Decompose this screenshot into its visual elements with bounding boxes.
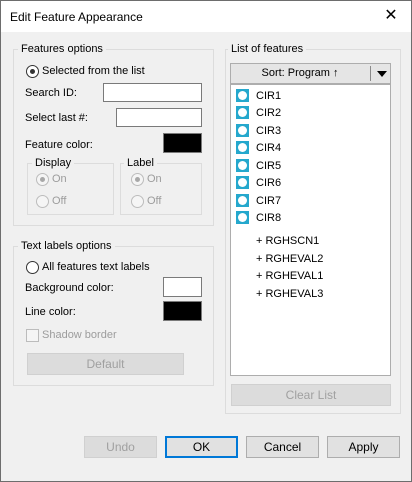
list-item-label: CIR2 — [256, 107, 282, 119]
search-id-input[interactable] — [103, 83, 202, 102]
close-icon[interactable]: ✕ — [377, 4, 405, 28]
circle-feature-icon — [236, 124, 249, 137]
list-item[interactable]: CIR1 — [231, 88, 389, 105]
list-item-label: CIR1 — [256, 90, 282, 102]
shadow-border-label: Shadow border — [42, 329, 117, 341]
select-last-label: Select last #: — [25, 112, 88, 124]
undo-button[interactable]: Undo — [84, 436, 157, 458]
list-item[interactable]: CIR5 — [231, 158, 389, 175]
sort-separator — [370, 66, 371, 81]
circle-feature-icon — [236, 176, 249, 189]
display-off-label: Off — [52, 195, 67, 207]
list-item[interactable]: + RGHEVAL3 — [231, 286, 389, 303]
label-off-label: Off — [147, 195, 162, 207]
sort-label: Sort: Program ↑ — [261, 67, 339, 79]
circle-feature-icon — [236, 211, 249, 224]
list-item[interactable]: CIR2 — [231, 105, 389, 122]
all-features-label: All features text labels — [42, 261, 150, 273]
dialog-title: Edit Feature Appearance — [10, 10, 143, 24]
list-item[interactable]: + RGHEVAL1 — [231, 268, 389, 285]
apply-button[interactable]: Apply — [327, 436, 400, 458]
cancel-button[interactable]: Cancel — [246, 436, 319, 458]
list-of-features-label: List of features — [228, 43, 307, 55]
list-item[interactable]: CIR3 — [231, 123, 389, 140]
circle-feature-icon — [236, 141, 249, 154]
label-on-label: On — [147, 173, 162, 185]
display-on-label: On — [52, 173, 67, 185]
list-item-label: + RGHEVAL3 — [256, 288, 324, 300]
label-off-radio[interactable] — [131, 195, 144, 208]
list-item-label: + RGHEVAL1 — [256, 270, 324, 282]
list-item-label: CIR8 — [256, 212, 282, 224]
line-color-swatch[interactable] — [163, 301, 202, 321]
list-item-label: + RGHSCN1 — [256, 235, 320, 247]
sort-dropdown[interactable]: Sort: Program ↑ — [230, 63, 391, 84]
label-group — [120, 163, 202, 215]
title-bar: Edit Feature Appearance ✕ — [1, 1, 411, 32]
list-item[interactable]: CIR8 — [231, 210, 389, 227]
chevron-down-icon[interactable] — [377, 71, 387, 77]
list-item-label: CIR5 — [256, 160, 282, 172]
clear-list-button[interactable]: Clear List — [231, 384, 391, 406]
features-list[interactable]: CIR1 CIR2 CIR3 CIR4 CIR5 CIR6 CIR7 CIR8 — [230, 84, 391, 376]
feature-color-label: Feature color: — [25, 139, 93, 151]
list-item-label: CIR3 — [256, 125, 282, 137]
circle-feature-icon — [236, 106, 249, 119]
all-features-radio[interactable] — [26, 261, 39, 274]
list-item[interactable]: CIR7 — [231, 193, 389, 210]
select-last-input[interactable] — [116, 108, 202, 127]
selected-from-list-radio[interactable] — [26, 65, 39, 78]
ok-button[interactable]: OK — [165, 436, 238, 458]
label-on-radio[interactable] — [131, 173, 144, 186]
list-item-label: CIR4 — [256, 142, 282, 154]
display-off-radio[interactable] — [36, 195, 49, 208]
display-group-label: Display — [32, 157, 75, 169]
label-group-label: Label — [124, 157, 157, 169]
features-options-label: Features options — [18, 43, 106, 55]
display-on-radio[interactable] — [36, 173, 49, 186]
circle-feature-icon — [236, 194, 249, 207]
list-item-label: CIR6 — [256, 177, 282, 189]
circle-feature-icon — [236, 89, 249, 102]
list-item-label: + RGHEVAL2 — [256, 253, 324, 265]
line-color-label: Line color: — [25, 306, 76, 318]
list-item-label: CIR7 — [256, 195, 282, 207]
text-labels-label: Text labels options — [18, 240, 115, 252]
list-item[interactable]: + RGHEVAL2 — [231, 251, 389, 268]
list-item[interactable]: CIR6 — [231, 175, 389, 192]
feature-color-swatch[interactable] — [163, 133, 202, 153]
background-color-label: Background color: — [25, 282, 114, 294]
dialog-window: Edit Feature Appearance ✕ Features optio… — [0, 0, 412, 482]
shadow-border-checkbox[interactable] — [26, 329, 39, 342]
list-item[interactable]: CIR4 — [231, 140, 389, 157]
list-item[interactable]: + RGHSCN1 — [231, 233, 389, 250]
selected-from-list-label: Selected from the list — [42, 65, 145, 77]
search-id-label: Search ID: — [25, 87, 77, 99]
default-button[interactable]: Default — [27, 353, 184, 375]
background-color-swatch[interactable] — [163, 277, 202, 297]
circle-feature-icon — [236, 159, 249, 172]
